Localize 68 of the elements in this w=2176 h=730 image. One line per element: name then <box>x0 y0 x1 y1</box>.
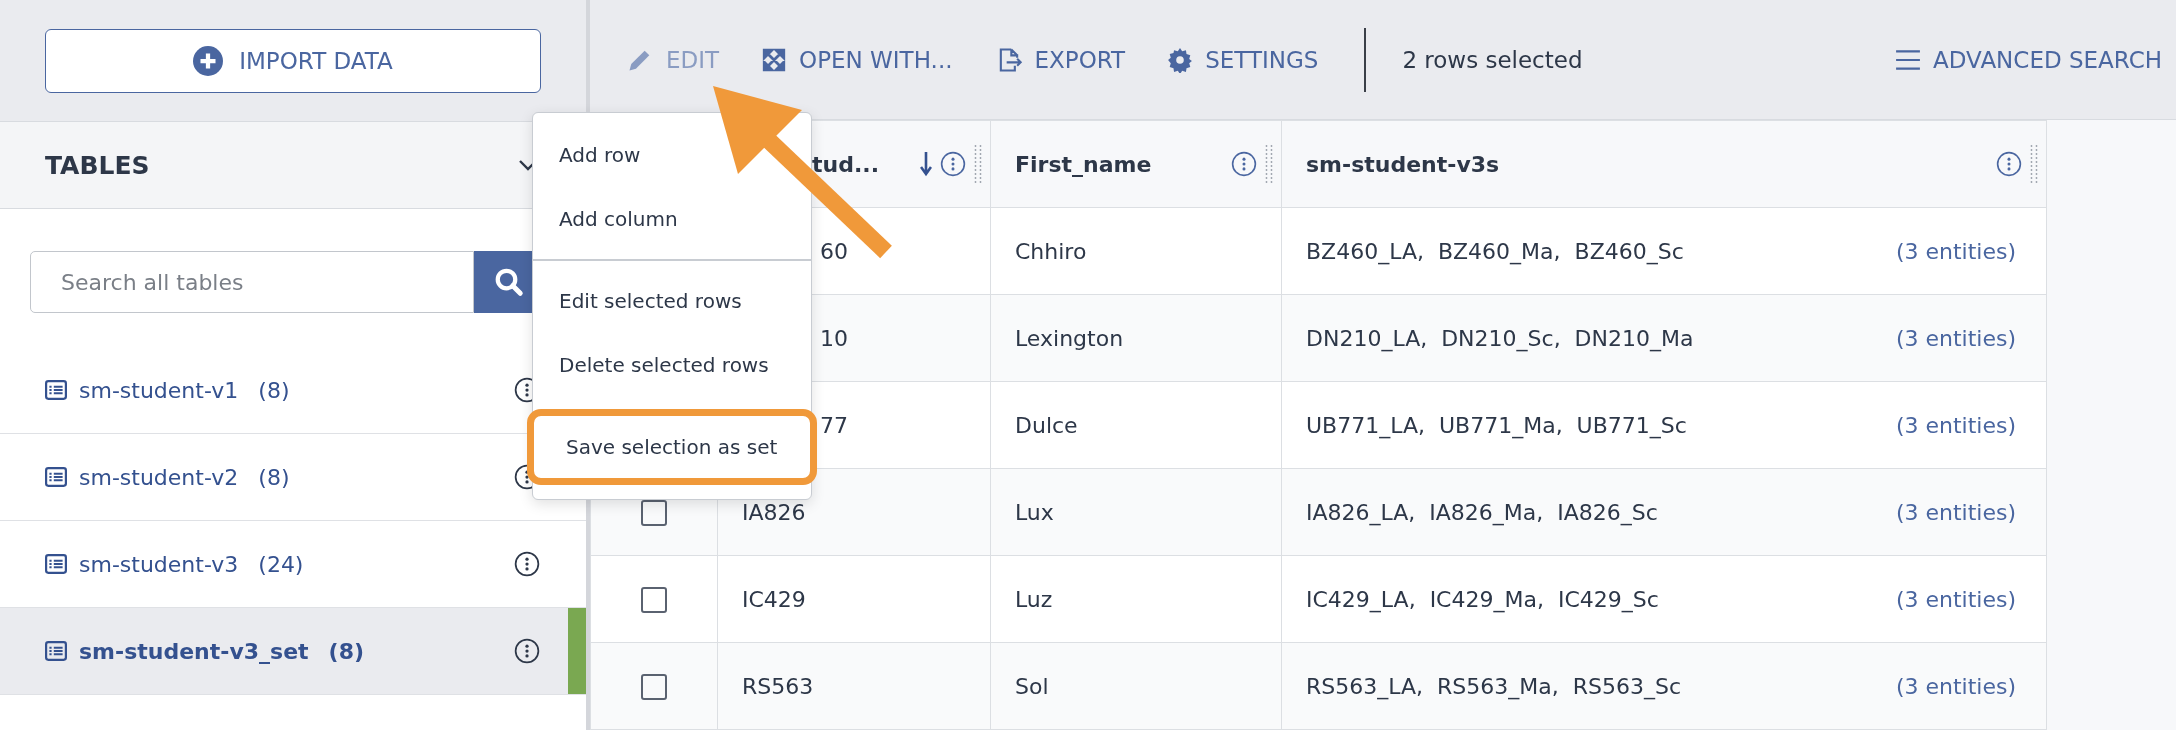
list-icon <box>45 641 67 661</box>
table-cell: BZ460_LA, BZ460_Ma, BZ460_Sc <box>1306 238 1684 264</box>
column-header[interactable]: sm-student-v3s <box>1281 120 2047 208</box>
column-header[interactable]: First_name <box>990 120 1282 208</box>
table-cell-text: IC429 <box>741 586 806 612</box>
row-checkbox[interactable] <box>641 586 667 613</box>
table-cell-text: 10 <box>819 325 848 351</box>
entities-link[interactable]: (3 entities) <box>1895 412 2016 438</box>
search-icon <box>494 267 524 297</box>
plus-circle-icon <box>193 45 224 76</box>
table-cell-text: 77 <box>819 412 848 438</box>
resize-handle-icon[interactable] <box>1265 144 1273 184</box>
table-count: (8) <box>258 377 290 403</box>
entities-link[interactable]: (3 entities) <box>1895 325 2016 351</box>
table-cell-text: Lux <box>1014 499 1054 525</box>
advanced-search-button[interactable]: ADVANCED SEARCH <box>1881 38 2176 81</box>
menu-item[interactable]: Save selection as set <box>527 409 817 485</box>
table-list-item[interactable]: sm-student-v2 (8) <box>0 434 485 520</box>
table-name: sm-student-v1 <box>79 377 239 403</box>
entities-link[interactable]: (3 entities) <box>1895 673 2016 699</box>
table-count: (24) <box>258 551 304 577</box>
table-cell: DN210_LA, DN210_Sc, DN210_Ma <box>1306 325 1694 351</box>
table-cell: IA826_LA, IA826_Ma, IA826_Sc <box>1306 499 1658 525</box>
table-count: (8) <box>328 638 364 664</box>
list-icon <box>45 554 67 574</box>
toolbar-button[interactable]: OPEN WITH... <box>747 38 967 81</box>
table-cell-text: Luz <box>1014 586 1053 612</box>
table-cell-text: Chhiro <box>1014 238 1087 264</box>
more-options-icon[interactable] <box>1231 151 1257 177</box>
table-cell-text: IA826 <box>741 499 806 525</box>
menu-item[interactable]: Delete selected rows <box>533 333 811 397</box>
entities-link[interactable]: (3 entities) <box>1895 586 2016 612</box>
import-data-button[interactable]: IMPORT DATA <box>45 28 541 93</box>
more-options-icon[interactable] <box>940 151 966 177</box>
toolbar-button[interactable]: SETTINGS <box>1153 38 1333 81</box>
table-cell: IC429_LA, IC429_Ma, IC429_Sc <box>1306 586 1659 612</box>
table-cell-text: Lexington <box>1014 325 1124 351</box>
settings-icon <box>1167 46 1194 73</box>
table-cell: UB771_LA, UB771_Ma, UB771_Sc <box>1306 412 1687 438</box>
table-cell-text: RS563 <box>741 673 814 699</box>
menu-item[interactable]: Edit selected rows <box>533 269 811 333</box>
table-cell: RS563_LA, RS563_Ma, RS563_Sc <box>1306 673 1682 699</box>
sort-down-icon[interactable] <box>920 151 932 177</box>
row-checkbox[interactable] <box>641 673 667 700</box>
expand-arrows-icon <box>761 46 788 73</box>
table-name: sm-student-v3 <box>79 551 239 577</box>
table-list-item[interactable]: sm-student-v3 (24) <box>0 521 485 607</box>
table-cell-text: Sol <box>1014 673 1049 699</box>
selection-status: 2 rows selected <box>1402 46 1583 73</box>
entities-link[interactable]: (3 entities) <box>1895 499 2016 525</box>
table-cell-text: 60 <box>819 238 848 264</box>
table-list-item[interactable]: sm-student-v1 (8) <box>0 347 485 433</box>
resize-handle-icon[interactable] <box>974 144 982 184</box>
table-cell-text: Dulce <box>1014 412 1078 438</box>
menu-icon <box>1895 48 1922 71</box>
more-options-icon[interactable] <box>514 638 540 664</box>
search-field[interactable]: Search all tables <box>30 251 474 313</box>
tables-heading: TABLES <box>45 150 150 180</box>
resize-handle-icon[interactable] <box>2030 144 2038 184</box>
more-options-icon[interactable] <box>514 551 540 577</box>
table-name: sm-student-v3_set <box>79 638 309 664</box>
more-options-icon[interactable] <box>1996 151 2022 177</box>
list-icon <box>45 380 67 400</box>
entities-link[interactable]: (3 entities) <box>1895 238 2016 264</box>
toolbar-button[interactable]: EXPORT <box>980 37 1140 82</box>
list-icon <box>45 467 67 487</box>
table-count: (8) <box>258 464 290 490</box>
table-name: sm-student-v2 <box>79 464 239 490</box>
